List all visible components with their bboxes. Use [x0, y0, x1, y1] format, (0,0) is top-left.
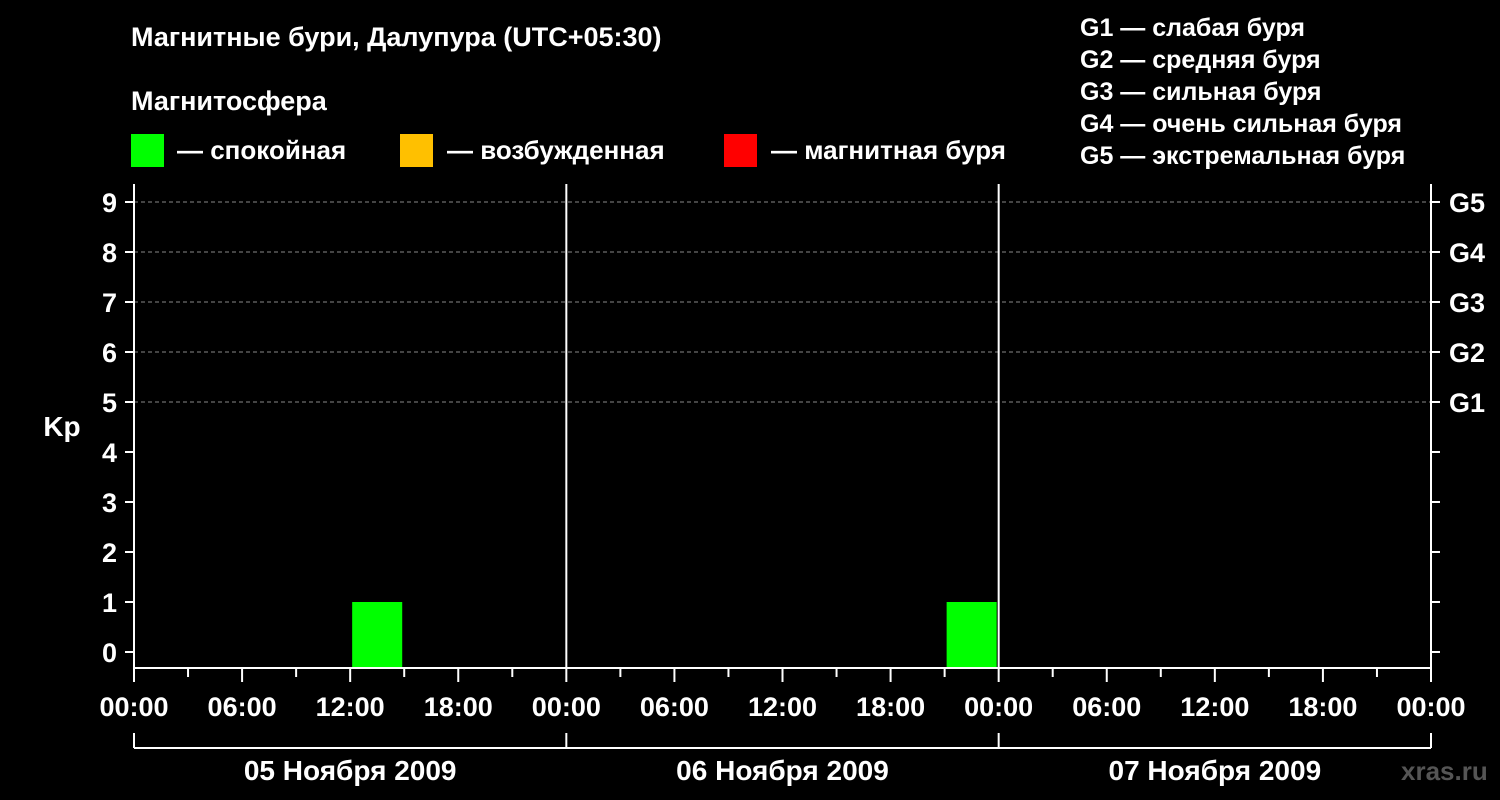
kp-bar: [946, 602, 997, 668]
x-tick-label: 06:00: [208, 692, 277, 722]
x-tick-label: 06:00: [640, 692, 709, 722]
g-scale-label: G3: [1449, 288, 1485, 318]
g-scale-label: G5: [1449, 188, 1485, 218]
x-tick-label: 18:00: [424, 692, 493, 722]
day-label: 06 Ноября 2009: [676, 755, 889, 786]
x-tick-label: 12:00: [316, 692, 385, 722]
x-tick-label: 00:00: [1396, 692, 1465, 722]
y-tick-label: 0: [102, 638, 117, 668]
x-tick-label: 00:00: [99, 692, 168, 722]
y-tick-label: 9: [102, 188, 117, 218]
g-scale-label: G1: [1449, 388, 1485, 418]
y-tick-label: 3: [102, 488, 117, 518]
x-tick-label: 18:00: [1288, 692, 1357, 722]
x-tick-label: 00:00: [964, 692, 1033, 722]
kp-chart: 0 1 2 3 4 5 6 7 8 9 G1 G2 G3 G4 G5 00:00 06:00 12:00 18:00…: [43, 184, 1485, 786]
day-label: 05 Ноября 2009: [244, 755, 457, 786]
day-label: 07 Ноября 2009: [1109, 755, 1322, 786]
y-axis-label: Kp: [43, 411, 80, 442]
kp-bar: [352, 602, 403, 668]
watermark: xras.ru: [1401, 756, 1488, 786]
y-tick-label: 4: [102, 438, 117, 468]
g-scale-label: G2: [1449, 338, 1485, 368]
y-tick-label: 1: [102, 588, 117, 618]
x-tick-label: 00:00: [532, 692, 601, 722]
y-tick-label: 7: [102, 288, 117, 318]
y-tick-label: 6: [102, 338, 117, 368]
x-tick-label: 06:00: [1072, 692, 1141, 722]
x-tick-label: 18:00: [856, 692, 925, 722]
y-tick-label: 5: [102, 388, 117, 418]
y-tick-label: 8: [102, 238, 117, 268]
x-tick-label: 12:00: [748, 692, 817, 722]
x-tick-label: 12:00: [1180, 692, 1249, 722]
g-scale-label: G4: [1449, 238, 1485, 268]
y-tick-label: 2: [102, 538, 117, 568]
